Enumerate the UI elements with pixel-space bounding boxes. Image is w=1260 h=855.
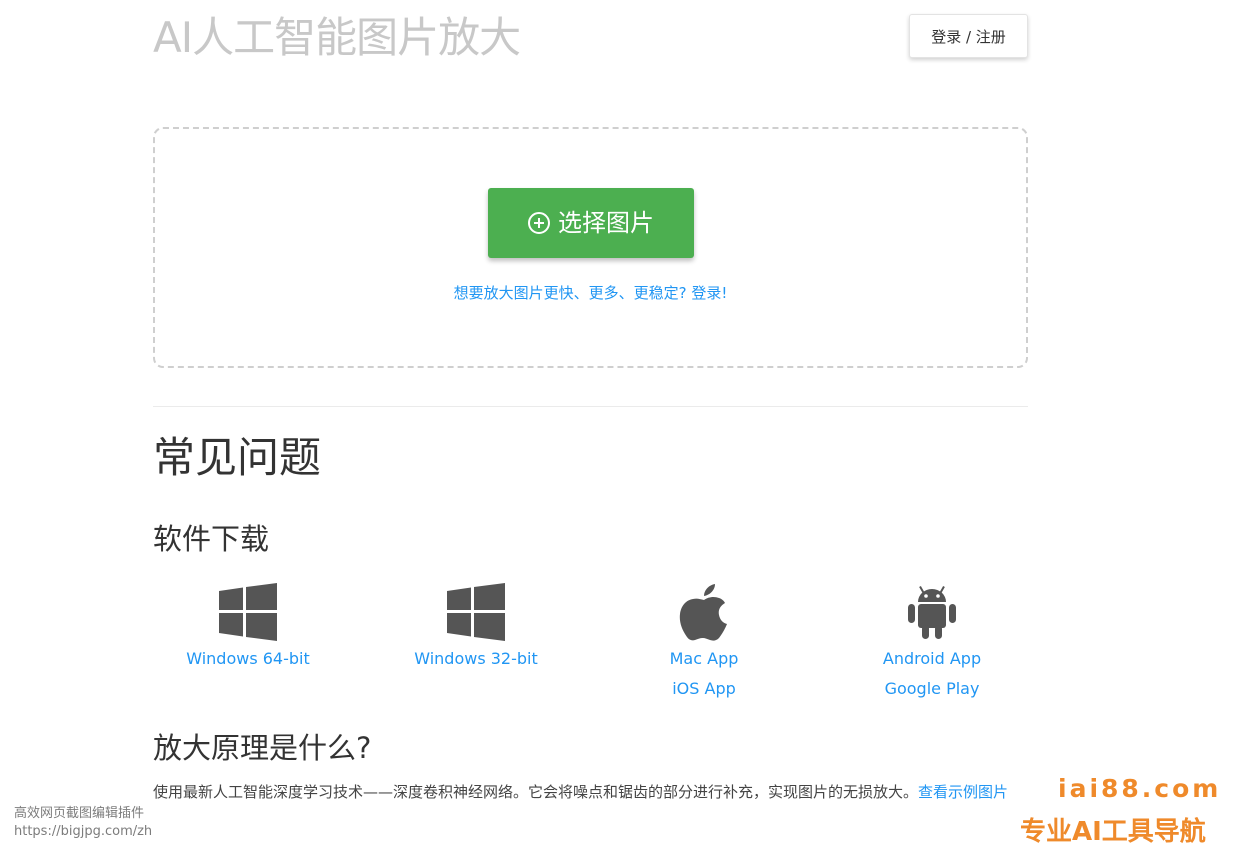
upload-dropzone[interactable]: 选择图片 想要放大图片更快、更多、更稳定? 登录! bbox=[153, 127, 1028, 368]
choose-image-label: 选择图片 bbox=[558, 209, 654, 237]
download-link-google-play[interactable]: Google Play bbox=[818, 674, 1046, 704]
capture-watermark: 高效网页截图编辑插件 https://bigjpg.com/zh bbox=[14, 805, 152, 841]
windows-icon bbox=[362, 582, 590, 642]
download-link-windows-32[interactable]: Windows 32-bit bbox=[362, 644, 590, 674]
download-link-android[interactable]: Android App bbox=[818, 644, 1046, 674]
login-register-button[interactable]: 登录 / 注册 bbox=[909, 14, 1028, 58]
capture-watermark-line1: 高效网页截图编辑插件 bbox=[14, 806, 145, 821]
windows-icon bbox=[134, 582, 362, 642]
download-windows-64: Windows 64-bit bbox=[134, 582, 362, 674]
section-divider bbox=[153, 406, 1028, 407]
principle-title: 放大原理是什么? bbox=[153, 731, 372, 765]
download-windows-32: Windows 32-bit bbox=[362, 582, 590, 674]
faq-title: 常见问题 bbox=[153, 433, 322, 482]
watermark-slogan: 专业AI工具导航 bbox=[1020, 817, 1206, 847]
watermark-domain: iai88.com bbox=[1058, 774, 1222, 803]
downloads-title: 软件下载 bbox=[153, 522, 270, 556]
login-hint-link[interactable]: 想要放大图片更快、更多、更稳定? 登录! bbox=[155, 282, 1026, 303]
choose-image-button[interactable]: 选择图片 bbox=[488, 188, 694, 258]
capture-watermark-line2: https://bigjpg.com/zh bbox=[14, 824, 153, 839]
download-apple: Mac App iOS App bbox=[590, 582, 818, 704]
apple-icon bbox=[590, 582, 818, 642]
view-examples-link[interactable]: 查看示例图片 bbox=[918, 783, 1008, 801]
download-android: Android App Google Play bbox=[818, 582, 1046, 704]
principle-paragraph: 使用最新人工智能深度学习技术——深度卷积神经网络。它会将噪点和锯齿的部分进行补充… bbox=[153, 778, 1033, 807]
download-link-windows-64[interactable]: Windows 64-bit bbox=[134, 644, 362, 674]
site-title: AI人工智能图片放大 bbox=[153, 13, 521, 62]
download-link-mac[interactable]: Mac App bbox=[590, 644, 818, 674]
principle-text: 使用最新人工智能深度学习技术——深度卷积神经网络。它会将噪点和锯齿的部分进行补充… bbox=[153, 783, 919, 801]
plus-circle-icon bbox=[528, 212, 550, 234]
android-icon bbox=[818, 582, 1046, 642]
download-link-ios[interactable]: iOS App bbox=[590, 674, 818, 704]
